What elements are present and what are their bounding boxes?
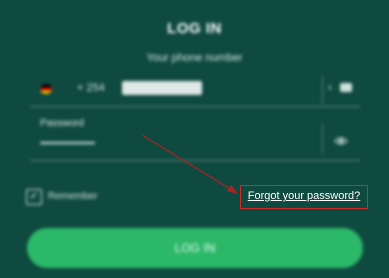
back-icon[interactable]: ‹ [328,80,332,94]
page-title: LOG IN [167,20,222,37]
forgot-password-link[interactable]: Forgot your password? [241,186,367,208]
password-label: Password [40,118,84,129]
forgot-password-highlight: Forgot your password? [240,185,368,209]
phone-divider [322,76,323,104]
check-icon: ✓ [29,191,39,202]
phone-input[interactable] [122,81,202,95]
password-divider [322,124,323,154]
keypad-icon[interactable] [340,83,352,92]
password-input[interactable] [40,142,95,144]
remember-label: Remember [48,191,98,202]
country-code[interactable]: + 254 [77,82,105,94]
login-button[interactable]: LOG IN [27,228,363,268]
phone-label: Your phone number [146,52,243,64]
flag-icon[interactable] [40,84,52,94]
eye-icon[interactable] [334,136,348,146]
phone-field[interactable]: + 254 ‹ [30,72,360,107]
remember-checkbox[interactable]: ✓ [26,189,42,205]
password-field[interactable]: Password [30,112,360,161]
